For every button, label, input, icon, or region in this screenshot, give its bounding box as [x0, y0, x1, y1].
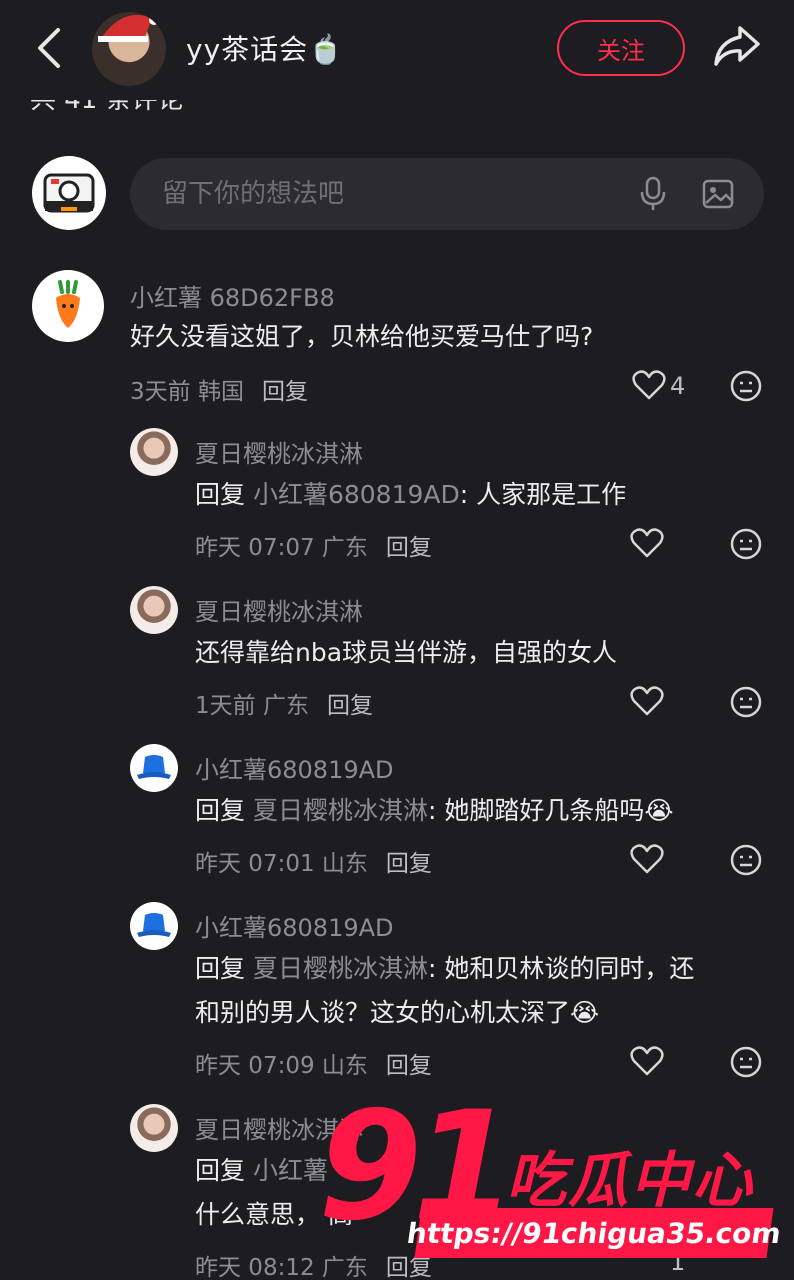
heart-icon[interactable]	[630, 686, 664, 716]
carrot-icon	[56, 280, 80, 328]
author-name[interactable]: yy茶话会🍵	[186, 28, 344, 68]
comment-text: 回复 夏日樱桃冰淇淋: 她和贝林谈的同时，还	[195, 946, 694, 992]
commenter-name[interactable]: 小红薯680819AD	[195, 908, 394, 943]
comment-time: 昨天 07:07 广东	[195, 535, 368, 561]
comment-meta: 昨天 07:09 山东 回复	[195, 1046, 432, 1080]
reply-item: 小红薯680819AD 回复 夏日樱桃冰淇淋: 她脚踏好几条船吗😭 昨天 07:…	[0, 742, 794, 882]
reply-item: 夏日樱桃冰淇淋 回复 小红薯680819AD: 人家那是工作 昨天 07:07 …	[0, 426, 794, 566]
comment-time: 昨天 07:01 山东	[195, 851, 368, 877]
like-count: 4	[670, 372, 686, 400]
comment-meta: 昨天 07:07 广东 回复	[195, 528, 432, 562]
reply-item: 小红薯680819AD 回复 夏日樱桃冰淇淋: 她和贝林谈的同时，还 和别的男人…	[0, 900, 794, 1090]
comment-input-row	[32, 156, 764, 230]
watermark-url: https://91chigua35.com	[405, 1208, 783, 1258]
reply-to-name[interactable]: 小红薯	[253, 1156, 328, 1185]
comment-meta: 3天前 韩国 回复	[130, 372, 308, 406]
commenter-name[interactable]: 小红薯680819AD	[195, 750, 394, 785]
reply-button[interactable]: 回复	[386, 535, 432, 561]
commenter-name[interactable]: 夏日樱桃冰淇淋	[195, 434, 363, 469]
comment-text: 还得靠给nba球员当伴游，自强的女人	[195, 638, 618, 667]
commenter-avatar[interactable]	[130, 428, 178, 476]
reply-prefix: 回复	[195, 796, 246, 825]
reply-button[interactable]: 回复	[327, 693, 373, 719]
comment-time: 昨天 07:09 山东	[195, 1053, 368, 1079]
commenter-avatar[interactable]	[130, 586, 178, 634]
emoji-icon[interactable]	[730, 370, 762, 402]
reply-prefix: 回复	[195, 480, 246, 509]
comment-input[interactable]	[162, 176, 602, 212]
microphone-icon[interactable]	[640, 176, 666, 212]
comment-meta: 1天前 广东 回复	[195, 686, 373, 720]
bucket-hat-icon	[137, 913, 171, 937]
comment-item: 小红薯 68D62FB8 好久没看这姐了，贝林给他买爱马仕了吗? 3天前 韩国回…	[0, 268, 794, 408]
reply-to-name[interactable]: 夏日樱桃冰淇淋	[253, 796, 428, 825]
header: yy茶话会🍵 关注	[0, 0, 794, 100]
share-icon[interactable]	[710, 22, 762, 70]
reply-button[interactable]: 回复	[386, 851, 432, 877]
back-arrow-icon[interactable]	[30, 22, 70, 74]
comment-text: 回复 小红薯680819AD: 人家那是工作	[195, 472, 626, 518]
commenter-avatar[interactable]	[130, 744, 178, 792]
reply-button[interactable]: 回复	[386, 1053, 432, 1079]
commenter-avatar[interactable]	[130, 1104, 178, 1152]
reply-item: 夏日樱桃冰淇淋 还得靠给nba球员当伴游，自强的女人 1天前 广东 回复	[0, 584, 794, 724]
comment-field[interactable]	[130, 158, 764, 230]
reply-to-name[interactable]: 小红薯680819AD	[253, 480, 460, 509]
reply-text: : 人家那是工作	[459, 480, 627, 509]
comment-text: 回复 夏日樱桃冰淇淋: 她脚踏好几条船吗😭	[195, 788, 674, 834]
emoji-icon[interactable]	[730, 528, 762, 560]
heart-icon[interactable]	[630, 844, 664, 874]
author-avatar[interactable]	[92, 12, 166, 86]
heart-icon[interactable]	[632, 370, 666, 400]
comment-text: 好久没看这姐了，贝林给他买爱马仕了吗?	[130, 322, 594, 351]
comment-text-line2: 和别的男人谈？这女的心机太深了😭	[195, 998, 600, 1027]
follow-button[interactable]: 关注	[557, 20, 685, 76]
reply-to-name[interactable]: 夏日樱桃冰淇淋	[253, 954, 428, 983]
commenter-avatar[interactable]	[32, 270, 104, 342]
santa-hat-icon	[98, 14, 159, 42]
reply-text: : 她和贝林谈的同时，还	[427, 954, 695, 983]
heart-icon[interactable]	[630, 1046, 664, 1076]
reply-prefix: 回复	[195, 1156, 246, 1185]
my-avatar[interactable]	[32, 156, 106, 230]
emoji-icon[interactable]	[730, 844, 762, 876]
comment-meta: 昨天 07:01 山东 回复	[195, 844, 432, 878]
watermark: 91 吃瓜中心 https://91chigua35.com	[318, 1082, 788, 1280]
reply-prefix: 回复	[195, 954, 246, 983]
watermark-text: 吃瓜中心	[506, 1146, 754, 1216]
image-icon[interactable]	[702, 178, 734, 210]
reply-button[interactable]: 回复	[262, 379, 308, 405]
commenter-name[interactable]: 夏日樱桃冰淇淋	[195, 592, 363, 627]
commenter-name[interactable]: 小红薯 68D62FB8	[130, 278, 335, 313]
emoji-icon[interactable]	[730, 686, 762, 718]
comment-time: 1天前 广东	[195, 693, 309, 719]
comment-text: 回复 小红薯	[195, 1148, 328, 1194]
reply-text: : 她脚踏好几条船吗😭	[427, 796, 674, 825]
bucket-hat-icon	[137, 755, 171, 779]
commenter-avatar[interactable]	[130, 902, 178, 950]
heart-icon[interactable]	[630, 528, 664, 558]
emoji-icon[interactable]	[730, 1046, 762, 1078]
comment-time: 3天前 韩国	[130, 379, 244, 405]
camera-icon	[43, 173, 95, 213]
